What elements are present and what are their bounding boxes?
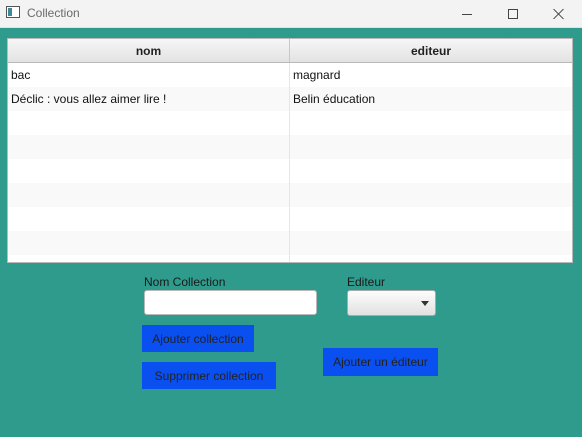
cell-empty bbox=[8, 231, 290, 255]
title-bar: Collection bbox=[0, 0, 582, 28]
cell-empty bbox=[8, 111, 290, 135]
close-button[interactable] bbox=[536, 0, 582, 28]
table-row[interactable]: Déclic : vous allez aimer lire ! Belin é… bbox=[8, 87, 572, 111]
app-window-icon bbox=[6, 6, 20, 18]
window-title: Collection bbox=[27, 6, 80, 20]
nom-collection-label: Nom Collection bbox=[144, 275, 226, 289]
cell-empty bbox=[8, 135, 290, 159]
editeur-select[interactable] bbox=[347, 290, 436, 316]
editeur-label: Editeur bbox=[347, 275, 386, 289]
table-row[interactable]: bac magnard bbox=[8, 63, 572, 87]
cell-editeur: Belin éducation bbox=[293, 92, 376, 106]
cell-nom: Déclic : vous allez aimer lire ! bbox=[8, 87, 290, 111]
table-row-empty bbox=[8, 183, 572, 207]
cell-empty bbox=[8, 255, 290, 262]
add-editor-button[interactable]: Ajouter un éditeur bbox=[323, 348, 438, 376]
chevron-down-icon bbox=[421, 301, 429, 306]
cell-empty bbox=[290, 111, 572, 135]
maximize-icon bbox=[508, 9, 518, 19]
close-icon bbox=[553, 8, 565, 20]
cell-empty bbox=[290, 159, 572, 183]
cell-empty bbox=[290, 207, 572, 231]
table-row-empty bbox=[8, 135, 572, 159]
minimize-button[interactable] bbox=[444, 0, 490, 28]
cell-empty bbox=[290, 135, 572, 159]
nom-collection-input[interactable] bbox=[144, 290, 317, 315]
column-header-nom[interactable]: nom bbox=[8, 39, 290, 62]
cell-empty bbox=[290, 255, 572, 262]
cell-empty bbox=[290, 231, 572, 255]
cell-editeur: magnard bbox=[293, 68, 341, 82]
table-row-empty bbox=[8, 231, 572, 255]
collection-table[interactable]: nom editeur bac magnard Déclic : vous al… bbox=[7, 38, 573, 263]
cell-nom: bac bbox=[8, 63, 290, 87]
table-row-empty bbox=[8, 255, 572, 262]
cell-empty bbox=[8, 207, 290, 231]
add-collection-button[interactable]: Ajouter collection bbox=[142, 325, 254, 352]
table-row-empty bbox=[8, 159, 572, 183]
minimize-icon bbox=[462, 13, 472, 15]
table-row-empty bbox=[8, 207, 572, 231]
cell-empty bbox=[8, 183, 290, 207]
cell-empty bbox=[8, 159, 290, 183]
cell-empty bbox=[290, 183, 572, 207]
maximize-button[interactable] bbox=[490, 0, 536, 28]
column-header-editeur[interactable]: editeur bbox=[290, 39, 572, 62]
table-row-empty bbox=[8, 111, 572, 135]
table-header: nom editeur bbox=[8, 39, 572, 63]
delete-collection-button[interactable]: Supprimer collection bbox=[142, 362, 276, 389]
